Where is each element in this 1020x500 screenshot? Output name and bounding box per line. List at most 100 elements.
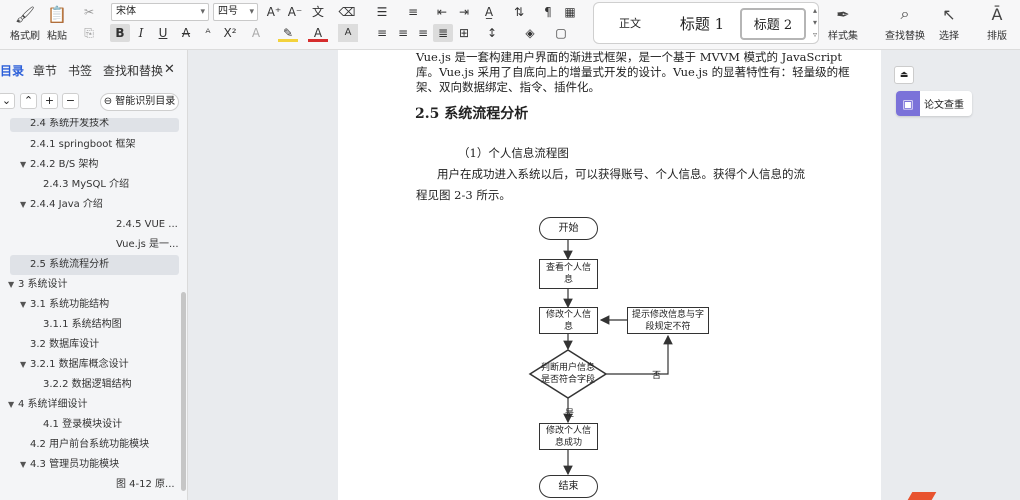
toc-item[interactable]: 4.1 登录模块设计: [43, 415, 180, 435]
number-list-icon[interactable]: ≡: [403, 3, 423, 21]
sort-icon[interactable]: ⇅: [509, 3, 529, 21]
pinyin-icon[interactable]: 文: [308, 3, 328, 21]
tab-chapters[interactable]: 章节: [33, 62, 57, 79]
toc-item[interactable]: ▼ 2.4.4 Java 介绍: [20, 195, 180, 215]
smart-toc-button[interactable]: ⊖ 智能识别目录: [100, 93, 179, 111]
toc-item[interactable]: 3.2 数据库设计: [30, 335, 180, 355]
style-normal[interactable]: 正文: [608, 8, 652, 40]
underline-icon[interactable]: U: [153, 24, 173, 42]
toc-item[interactable]: ▼ 2.4.2 B/S 架构: [20, 155, 180, 175]
char-shading-icon[interactable]: A: [338, 24, 358, 42]
shading-icon[interactable]: ◈: [520, 24, 540, 42]
grow-font-icon[interactable]: A⁺: [264, 3, 284, 21]
collapse-all-button[interactable]: ⌄: [0, 93, 15, 109]
italic-icon[interactable]: I: [131, 24, 151, 42]
distributed-icon[interactable]: ⊞: [454, 24, 474, 42]
layout-button[interactable]: Ā 排版: [986, 4, 1008, 43]
format-painter-icon: 🖌: [14, 4, 36, 24]
toc-item[interactable]: 2.4 系统开发技术: [10, 118, 179, 132]
text-direction-icon[interactable]: A̲: [479, 3, 499, 21]
style-heading1[interactable]: 标题 1: [666, 8, 738, 40]
cut-icon[interactable]: ✂: [79, 3, 99, 21]
style-set-button[interactable]: ✒ 样式集: [828, 4, 858, 43]
toc-item[interactable]: ▼ 3 系统设计: [8, 275, 180, 295]
border-icon[interactable]: ▢: [551, 24, 571, 42]
flow-no-label: 否: [652, 371, 662, 381]
flow-judge: 判断用户信息是否符合字段: [540, 363, 595, 385]
clear-format-icon[interactable]: ⌫: [337, 3, 357, 21]
font-name-select[interactable]: 宋体 ▾: [111, 3, 209, 21]
add-heading-button[interactable]: +: [41, 93, 58, 109]
text-effect-icon[interactable]: A: [246, 24, 266, 42]
strikethrough-icon[interactable]: A: [176, 24, 196, 42]
superscript-icon[interactable]: X²: [220, 24, 240, 42]
toc-item-active[interactable]: 2.5 系统流程分析: [10, 255, 179, 275]
paper-check-icon: ▣: [896, 91, 920, 116]
tab-toc[interactable]: 目录: [0, 62, 24, 79]
close-icon[interactable]: ✕: [164, 62, 175, 77]
chevron-down-icon: ▾: [200, 7, 205, 17]
flow-modify-info: 修改个人信息: [539, 307, 598, 334]
toc-item[interactable]: ▼ 3.1 系统功能结构: [20, 295, 180, 315]
strikethrough-dropdown-icon[interactable]: ᴬ: [198, 24, 218, 42]
font-color-icon[interactable]: A: [308, 24, 328, 42]
select-button[interactable]: ↖ 选择: [938, 4, 960, 43]
expand-triangle-icon: ▼: [8, 400, 15, 409]
flow-yes-label: 是: [565, 409, 575, 419]
show-marks-icon[interactable]: ¶: [538, 3, 558, 21]
document-page[interactable]: Vue.js 是一套构建用户界面的渐进式框架，是一个基于 MVVM 模式的 Ja…: [338, 50, 881, 500]
expand-triangle-icon: ▼: [20, 160, 27, 169]
justify-icon[interactable]: ≣: [433, 24, 453, 42]
toc-item[interactable]: Vue.js 是一...: [116, 235, 180, 255]
flowchart-connectors: [528, 240, 673, 476]
copy-icon[interactable]: ⎘: [79, 24, 99, 42]
style-set-icon: ✒: [836, 4, 850, 24]
align-right-icon[interactable]: ≡: [413, 24, 433, 42]
toc-item[interactable]: 2.4.5 VUE ...: [116, 215, 180, 235]
paper-check-button[interactable]: ▣ 论文查重: [896, 91, 972, 116]
flow-success: 修改个人信息成功: [539, 423, 598, 450]
align-center-icon[interactable]: ≡: [393, 24, 413, 42]
tab-bookmarks[interactable]: 书签: [68, 62, 92, 79]
expand-triangle-icon: ▼: [8, 280, 15, 289]
remove-heading-button[interactable]: −: [62, 93, 79, 109]
expand-up-button[interactable]: ⌃: [20, 93, 37, 109]
style-gallery: 正文 标题 1 标题 2 ▴ ▾ ▿: [593, 2, 819, 44]
line-spacing-icon[interactable]: ↕: [482, 24, 502, 42]
gallery-scroll-icon[interactable]: ▴ ▾ ▿: [813, 5, 817, 41]
toc-item[interactable]: 图 4-12 原...: [116, 475, 180, 495]
toc-item[interactable]: 2.4.3 MySQL 介绍: [43, 175, 180, 195]
brand-corner-mark: [907, 492, 937, 500]
highlight-icon[interactable]: ✎: [278, 24, 298, 42]
shrink-font-icon[interactable]: A⁻: [285, 3, 305, 21]
navigation-pane: 目录 章节 书签 查找和替换 ✕ ⌄ ⌃ + − ⊖ 智能识别目录 2.4 系统…: [0, 50, 188, 500]
font-size-select[interactable]: 四号 ▾: [213, 3, 258, 21]
increase-indent-icon[interactable]: ⇥: [454, 3, 474, 21]
decrease-indent-icon[interactable]: ⇤: [432, 3, 452, 21]
paste-button[interactable]: 📋 粘贴: [46, 4, 68, 43]
bullet-list-icon[interactable]: ☰: [372, 3, 392, 21]
expand-triangle-icon: ▼: [20, 200, 27, 209]
toc-item[interactable]: 3.2.2 数据逻辑结构: [43, 375, 180, 395]
toc-item[interactable]: 4.2 用户前台系统功能模块: [30, 435, 180, 455]
toc-item[interactable]: 2.4.1 springboot 框架: [30, 135, 180, 155]
expand-triangle-icon: ▼: [20, 460, 27, 469]
toc-item[interactable]: 3.1.1 系统结构图: [43, 315, 180, 335]
style-heading2[interactable]: 标题 2: [740, 8, 806, 40]
expand-triangle-icon: ▼: [20, 360, 27, 369]
search-icon: ⌕: [900, 4, 910, 23]
toc-item[interactable]: ▼ 4.3 管理员功能模块: [20, 455, 180, 475]
align-left-icon[interactable]: ≡: [372, 24, 392, 42]
flow-end: 结束: [539, 475, 598, 498]
pane-scrollbar[interactable]: [181, 292, 186, 491]
format-painter-button[interactable]: 🖌 格式刷: [10, 4, 40, 43]
bold-icon[interactable]: B: [110, 24, 130, 42]
tab-find-replace[interactable]: 查找和替换: [103, 62, 163, 79]
smart-icon: ⊖: [103, 96, 113, 107]
collapse-panel-button[interactable]: ⏏: [894, 66, 914, 84]
toc-item[interactable]: ▼ 3.2.1 数据库概念设计: [20, 355, 180, 375]
table-icon[interactable]: ▦: [560, 3, 580, 21]
find-replace-button[interactable]: ⌕ 查找替换: [885, 4, 925, 42]
flow-view-info: 查看个人信息: [539, 259, 598, 289]
toc-item[interactable]: ▼ 4 系统详细设计: [8, 395, 180, 415]
